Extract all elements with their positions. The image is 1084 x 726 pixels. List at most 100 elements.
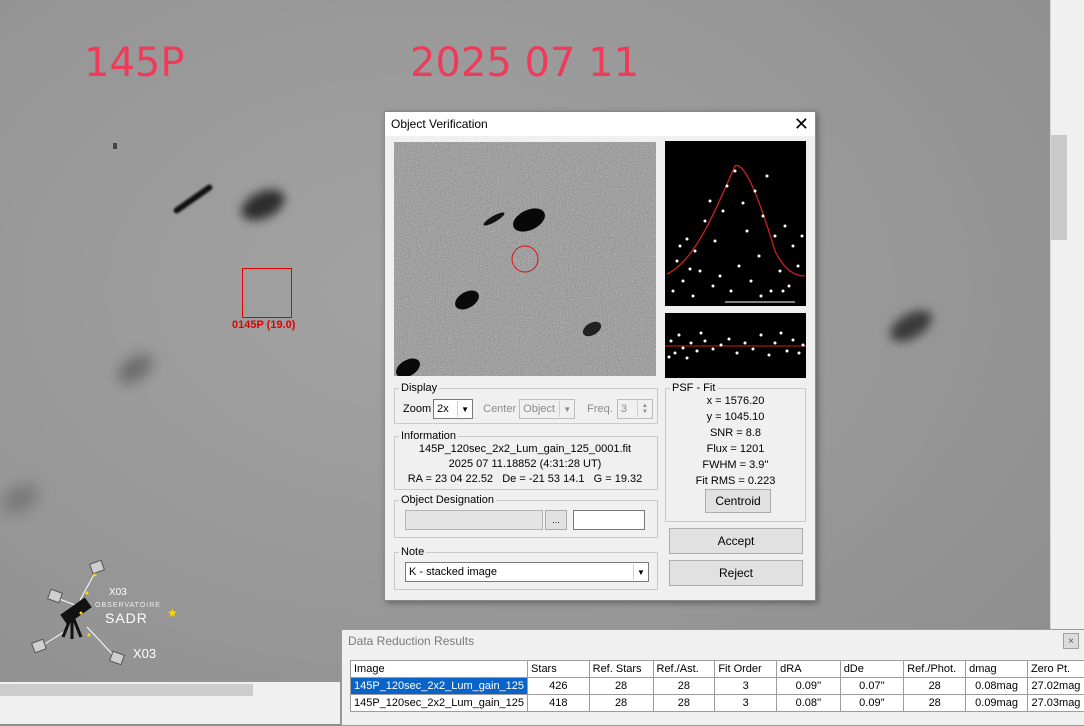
cell-ref-phot: 28 — [904, 695, 966, 712]
star-blob — [885, 304, 937, 348]
display-legend: Display — [399, 382, 439, 394]
info-datetime: 2025 07 11.18852 (4:31:28 UT) — [394, 457, 656, 472]
cell-dmag: 0.09mag — [966, 695, 1028, 712]
comet-blob — [237, 183, 290, 226]
column-header[interactable]: Image — [351, 661, 528, 678]
cell-dde: 0.09'' — [840, 695, 904, 712]
close-icon[interactable]: ✕ — [794, 115, 809, 133]
psf-fit-plot — [665, 141, 806, 306]
column-header[interactable]: dDe — [840, 661, 904, 678]
column-header[interactable]: dmag — [966, 661, 1028, 678]
designation-legend: Object Designation — [399, 494, 496, 506]
note-value: K - stacked image — [406, 566, 633, 578]
vertical-scrollbar[interactable] — [1050, 0, 1084, 724]
logo-line1: OBSERVATOIRE — [95, 602, 161, 609]
cell-image: 145P_120sec_2x2_Lum_gain_125 — [351, 678, 528, 695]
dialog-titlebar[interactable]: Object Verification ✕ — [385, 112, 815, 136]
image-preview[interactable] — [394, 142, 656, 376]
center-value: Object — [520, 403, 559, 415]
object-name-label: 145P — [84, 40, 184, 86]
target-label: 0145P (19.0) — [232, 319, 295, 331]
cell-ref-stars: 28 — [589, 678, 653, 695]
chevron-down-icon[interactable]: ▼ — [457, 401, 472, 417]
star-trail — [172, 183, 213, 214]
cell-stars: 418 — [528, 695, 590, 712]
psf-x: x = 1576.20 — [665, 393, 806, 409]
accept-label: Accept — [718, 534, 755, 548]
column-header[interactable]: Ref. Stars — [589, 661, 653, 678]
results-titlebar[interactable]: Data Reduction Results × — [342, 630, 1084, 652]
residual-plot — [665, 313, 806, 378]
chevron-down-icon[interactable]: ▼ — [633, 564, 648, 580]
info-coords: RA = 23 04 22.52 De = -21 53 14.1 G = 19… — [394, 472, 656, 487]
freq-spinner[interactable]: 3 ▲▼ — [617, 399, 653, 419]
cell-fit-order: 3 — [715, 678, 777, 695]
psf-fwhm: FWHM = 3.9'' — [665, 457, 806, 473]
results-table: Image Stars Ref. Stars Ref./Ast. Fit Ord… — [350, 660, 1084, 712]
zoom-value: 2x — [434, 403, 457, 415]
reject-label: Reject — [719, 566, 753, 580]
horizontal-scrollbar[interactable] — [0, 682, 340, 698]
results-title: Data Reduction Results — [348, 634, 474, 648]
logo-line2: SADR — [105, 610, 148, 626]
note-legend: Note — [399, 546, 426, 558]
info-filename: 145P_120sec_2x2_Lum_gain_125_0001.fit — [394, 442, 656, 457]
browse-button[interactable]: ... — [545, 510, 567, 530]
table-row[interactable]: 145P_120sec_2x2_Lum_gain_125 418 28 28 3… — [351, 695, 1084, 712]
dialog-title: Object Verification — [391, 117, 488, 131]
zoom-select[interactable]: 2x ▼ — [433, 399, 473, 419]
cell-ref-phot: 28 — [904, 678, 966, 695]
preview-noise — [394, 142, 656, 376]
browse-label: ... — [552, 515, 560, 525]
vertical-scrollbar-thumb[interactable] — [1051, 135, 1067, 240]
designation-input[interactable] — [573, 510, 645, 530]
table-row[interactable]: 145P_120sec_2x2_Lum_gain_125 426 28 28 3… — [351, 678, 1084, 695]
column-header[interactable]: Ref./Phot. — [904, 661, 966, 678]
column-header[interactable]: Zero Pt. — [1027, 661, 1084, 678]
cell-zero-pt: 27.02mag — [1027, 678, 1084, 695]
information-legend: Information — [399, 430, 458, 442]
cell-image: 145P_120sec_2x2_Lum_gain_125 — [351, 695, 528, 712]
date-label: 2025 07 11 — [410, 40, 639, 86]
cell-zero-pt: 27.03mag — [1027, 695, 1084, 712]
close-icon[interactable]: × — [1063, 633, 1079, 649]
centroid-button[interactable]: Centroid — [705, 489, 771, 513]
cell-ref-ast: 28 — [653, 695, 715, 712]
psf-flux: Flux = 1201 — [665, 441, 806, 457]
psf-curve-svg — [665, 141, 806, 306]
cell-ref-stars: 28 — [589, 695, 653, 712]
psf-y: y = 1045.10 — [665, 409, 806, 425]
target-box — [242, 268, 292, 318]
psf-rms: Fit RMS = 0.223 — [665, 473, 806, 489]
star-blob — [0, 478, 44, 521]
center-select[interactable]: Object ▼ — [519, 399, 575, 419]
cell-dra: 0.09'' — [777, 678, 841, 695]
object-verification-dialog: Object Verification ✕ — [384, 111, 816, 601]
cell-fit-order: 3 — [715, 695, 777, 712]
reject-button[interactable]: Reject — [669, 560, 803, 586]
residual-svg — [665, 313, 806, 378]
note-select[interactable]: K - stacked image ▼ — [405, 562, 649, 582]
designation-field — [405, 510, 543, 530]
spinner-arrows-icon[interactable]: ▲▼ — [637, 401, 652, 417]
logo-code-top: X03 — [109, 587, 127, 598]
accept-button[interactable]: Accept — [669, 528, 803, 554]
column-header[interactable]: Ref./Ast. — [653, 661, 715, 678]
column-header[interactable]: dRA — [777, 661, 841, 678]
horizontal-scrollbar-thumb[interactable] — [0, 684, 253, 696]
logo-code-bottom: X03 — [133, 646, 156, 661]
centroid-label: Centroid — [715, 494, 760, 508]
star-blob — [112, 349, 157, 390]
chevron-down-icon[interactable]: ▼ — [559, 401, 574, 417]
cell-stars: 426 — [528, 678, 590, 695]
psf-snr: SNR = 8.8 — [665, 425, 806, 441]
column-header[interactable]: Stars — [528, 661, 590, 678]
cell-dra: 0.08'' — [777, 695, 841, 712]
cell-ref-ast: 28 — [653, 678, 715, 695]
column-header[interactable]: Fit Order — [715, 661, 777, 678]
zoom-label: Zoom — [403, 403, 431, 415]
status-strip — [0, 698, 340, 724]
center-label: Center — [483, 403, 516, 415]
star-dot — [113, 143, 117, 149]
svg-text:★: ★ — [167, 606, 178, 620]
